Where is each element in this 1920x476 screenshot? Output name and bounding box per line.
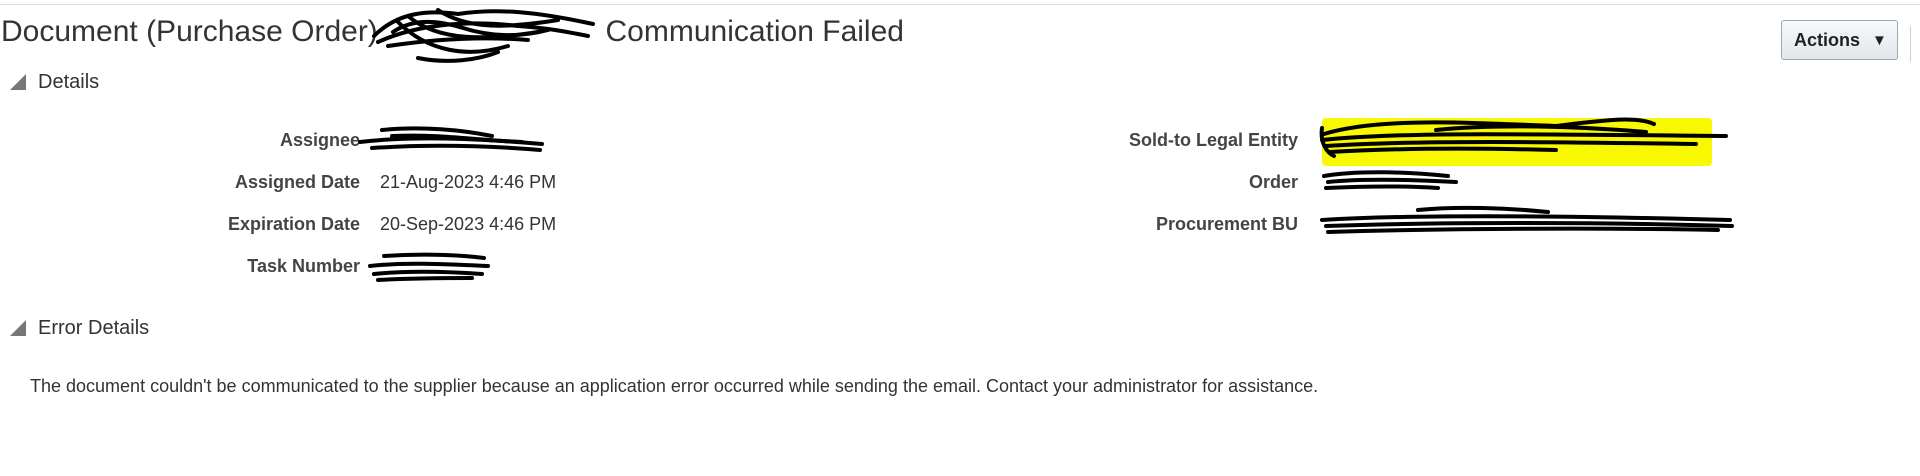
expiration-date-label: Expiration Date (227, 214, 360, 234)
error-details-section-header[interactable]: Error Details (10, 314, 149, 342)
details-section-header[interactable]: Details (10, 68, 99, 96)
procurement-bu-label: Procurement BU (1155, 214, 1298, 234)
assignee-redaction (358, 126, 544, 152)
caret-down-icon: ▼ (1872, 31, 1887, 49)
actions-button[interactable]: Actions ▼ (1781, 20, 1898, 60)
procurement-bu-redaction (1320, 205, 1734, 234)
task-number-redaction (368, 252, 490, 282)
error-message: The document couldn't be communicated to… (30, 376, 1319, 396)
task-number-label: Task Number (247, 256, 360, 276)
order-redaction (1322, 170, 1458, 190)
sold-to-legal-entity-label: Sold-to Legal Entity (1129, 130, 1298, 150)
page-title-prefix: Document (Purchase Order) (1, 15, 378, 48)
toolbar-divider (1910, 26, 1911, 62)
sold-to-legal-entity-redaction (1319, 117, 1728, 158)
redaction-scribble (372, 8, 595, 63)
top-divider (0, 4, 1920, 5)
disclosure-triangle-icon[interactable] (10, 320, 26, 336)
page-header: Document (Purchase Order) Communication … (0, 8, 1920, 63)
actions-button-label: Actions (1794, 29, 1861, 50)
assigned-date-label: Assigned Date (234, 172, 360, 192)
page-title-suffix: Communication Failed (605, 15, 904, 48)
assigned-date-value: 21-Aug-2023 4:46 PM (380, 172, 557, 192)
expiration-date-value: 20-Sep-2023 4:46 PM (380, 214, 557, 234)
assignee-label: Assignee (279, 130, 360, 150)
details-section-title: Details (38, 70, 100, 93)
error-details-section-title: Error Details (38, 316, 150, 339)
disclosure-triangle-icon[interactable] (10, 74, 26, 90)
order-label: Order (1248, 172, 1298, 192)
